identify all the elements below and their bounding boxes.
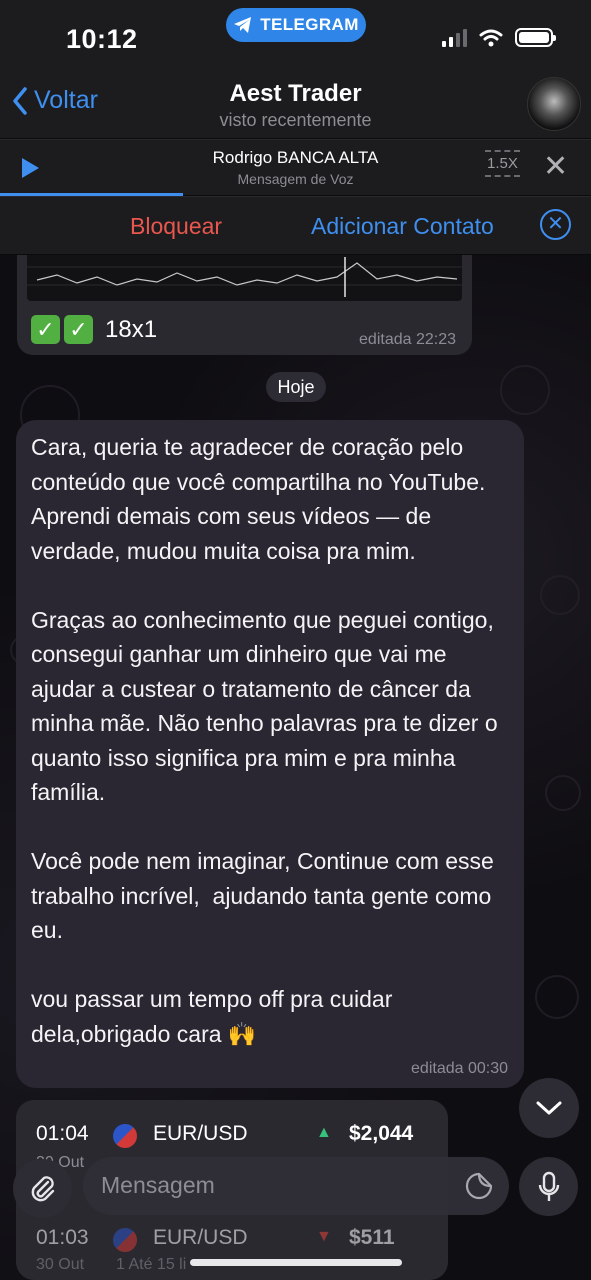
trade-pair: EUR/USD bbox=[153, 1122, 248, 1145]
microphone-icon bbox=[538, 1171, 559, 1201]
voice-player-bar[interactable]: Rodrigo BANCA ALTA Mensagem de Voz 1.5X … bbox=[0, 139, 591, 196]
caption-text: 18x1 bbox=[105, 315, 158, 343]
telegram-pill-label: TELEGRAM bbox=[260, 15, 359, 34]
attach-button[interactable] bbox=[13, 1159, 72, 1218]
message-input[interactable]: Mensagem bbox=[83, 1157, 509, 1215]
eur-usd-flag-icon bbox=[113, 1228, 137, 1252]
trade-detail: 1 Até 15 li bbox=[116, 1256, 187, 1273]
chart-screenshot-image bbox=[27, 255, 462, 301]
clock: 10:12 bbox=[66, 24, 138, 54]
eur-usd-flag-icon bbox=[113, 1124, 137, 1148]
telegram-plane-icon bbox=[234, 17, 252, 33]
home-indicator[interactable] bbox=[190, 1259, 402, 1266]
trade-time: 01:04 bbox=[36, 1122, 89, 1145]
last-seen-status: visto recentemente bbox=[219, 110, 372, 130]
message-timestamp: editada 00:30 bbox=[411, 1060, 508, 1077]
wifi-icon bbox=[479, 29, 503, 46]
playback-speed-button[interactable]: 1.5X bbox=[485, 150, 520, 177]
trade-amount: $2,044 bbox=[349, 1122, 414, 1145]
status-bar: 10:12 TELEGRAM bbox=[0, 0, 591, 70]
avatar[interactable] bbox=[527, 77, 581, 131]
message-timestamp: editada 22:23 bbox=[359, 331, 456, 348]
message-text: Cara, queria te agradecer de coração pel… bbox=[31, 434, 498, 1047]
previous-message-caption: ✓ ✓ 18x1 bbox=[31, 315, 157, 344]
check-mark-icon: ✓ bbox=[64, 315, 93, 344]
voice-record-button[interactable] bbox=[519, 1157, 578, 1216]
check-mark-icon: ✓ bbox=[31, 315, 60, 344]
scroll-down-button[interactable] bbox=[519, 1078, 579, 1138]
date-separator: Hoje bbox=[266, 372, 326, 402]
add-contact-button[interactable]: Adicionar Contato bbox=[311, 213, 494, 240]
message-bubble[interactable]: Cara, queria te agradecer de coração pel… bbox=[16, 420, 524, 1088]
paperclip-icon bbox=[31, 1175, 54, 1201]
trade-amount: $511 bbox=[349, 1226, 395, 1249]
chat-header: Voltar Aest Trader visto recentemente bbox=[0, 70, 591, 138]
close-circle-icon[interactable]: ✕ bbox=[540, 209, 571, 240]
contact-action-bar: Bloquear Adicionar Contato ✕ bbox=[0, 196, 591, 254]
message-input-placeholder: Mensagem bbox=[101, 1172, 215, 1198]
trade-row: 01:03 EUR/USD ▼ $511 bbox=[16, 1222, 448, 1256]
block-button[interactable]: Bloquear bbox=[130, 213, 222, 240]
trade-date: 30 Out bbox=[36, 1256, 85, 1273]
trade-time: 01:03 bbox=[36, 1226, 89, 1249]
chevron-down-icon bbox=[536, 1101, 562, 1115]
arrow-down-icon: ▼ bbox=[316, 1228, 332, 1245]
chat-title[interactable]: Aest Trader bbox=[0, 80, 591, 108]
battery-icon bbox=[515, 28, 556, 47]
telegram-return-pill[interactable]: TELEGRAM bbox=[226, 8, 366, 42]
trade-pair: EUR/USD bbox=[153, 1226, 248, 1249]
trade-row: 01:04 EUR/USD ▲ $2,044 bbox=[16, 1118, 448, 1152]
cellular-signal-icon bbox=[442, 28, 467, 47]
arrow-up-icon: ▲ bbox=[316, 1124, 332, 1141]
previous-message-bubble[interactable]: ✓ ✓ 18x1 editada 22:23 bbox=[17, 255, 472, 355]
close-player-icon[interactable]: ✕ bbox=[543, 152, 568, 182]
sticker-icon[interactable] bbox=[464, 1171, 494, 1201]
